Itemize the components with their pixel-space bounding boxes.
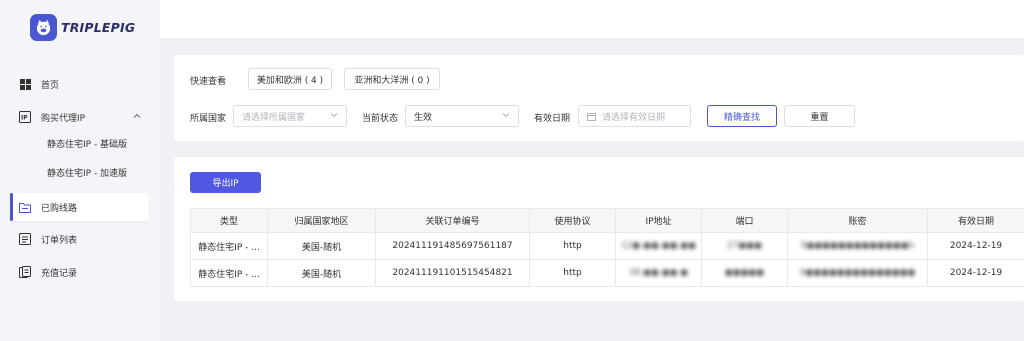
- folder-icon: [19, 201, 31, 213]
- blurred-port: ●●●●●: [724, 268, 765, 278]
- cell-protocol: http: [529, 232, 616, 260]
- table-header-row: 类型 归属国家地区 关联订单编号 使用协议 IP地址 端口 账密 有效日期: [190, 208, 1024, 233]
- cell-valid-date: 2024-12-19: [927, 232, 1024, 260]
- sidebar-subitem-static-accelerated[interactable]: 静态住宅IP - 加速版: [47, 165, 127, 183]
- chevron-down-icon: [330, 111, 338, 122]
- top-header-bar: [160, 0, 1024, 38]
- blurred-credentials: 9●●●●●●●●●●●●●b: [800, 241, 915, 251]
- chevron-up-icon: [133, 112, 141, 123]
- status-select[interactable]: 生效: [405, 105, 519, 127]
- valid-date-label: 有效日期: [534, 114, 571, 124]
- brand-logo[interactable]: TRIPLEPIG: [30, 14, 135, 41]
- sidebar-item-recharge-record[interactable]: 充值记录: [10, 258, 149, 286]
- cell-valid-date: 2024-12-19: [927, 259, 1024, 287]
- date-placeholder: 请选择有效日期: [602, 112, 666, 123]
- sidebar-item-label: 充值记录: [41, 268, 78, 279]
- blurred-credentials: 9●●●●●●●●●●●●●●: [799, 268, 916, 278]
- precise-search-button[interactable]: 精确查找: [707, 105, 777, 127]
- quick-view-label: 快速查看: [190, 77, 227, 87]
- cell-type: 静态住宅IP - ...: [190, 259, 268, 287]
- filter-panel: 快速查看 美加和欧洲 ( 4 ) 亚洲和大洋洲 ( 0 ) 所属国家 请选择所属…: [174, 55, 1024, 141]
- column-header-credentials[interactable]: 账密: [787, 208, 928, 233]
- cell-port[interactable]: 27●●●: [701, 232, 788, 260]
- cell-port[interactable]: ●●●●●: [701, 259, 788, 287]
- sidebar-item-label: 已购线路: [41, 203, 78, 214]
- status-value: 生效: [414, 112, 433, 123]
- status-label: 当前状态: [362, 114, 399, 124]
- cell-protocol: http: [529, 259, 616, 287]
- sidebar-item-order-list[interactable]: 订单列表: [10, 225, 149, 253]
- cell-ip-address[interactable]: 38.●●.●●.●: [615, 259, 702, 287]
- ip-icon: IP: [19, 111, 31, 123]
- quick-filter-asia-oceania[interactable]: 亚洲和大洋洲 ( 0 ): [344, 68, 440, 90]
- country-label: 所属国家: [190, 114, 227, 124]
- chevron-down-icon: [502, 111, 510, 122]
- cell-type: 静态住宅IP - ...: [190, 232, 268, 260]
- dashboard-icon: [19, 78, 31, 90]
- blurred-ip: 38.●●.●●.●: [628, 268, 689, 278]
- recharge-icon: [19, 266, 31, 278]
- calendar-icon: [587, 112, 596, 121]
- purchased-lines-table: 类型 归属国家地区 关联订单编号 使用协议 IP地址 端口 账密 有效日期 静态…: [190, 208, 1024, 287]
- cell-credentials[interactable]: 9●●●●●●●●●●●●●●: [787, 259, 928, 287]
- cell-region: 美国-随机: [267, 259, 376, 287]
- cell-order-number[interactable]: 20241119148569756​1187: [375, 232, 530, 260]
- column-header-type[interactable]: 类型: [190, 208, 268, 233]
- pig-logo-icon: [30, 14, 57, 41]
- sidebar-item-label: 订单列表: [41, 235, 78, 246]
- column-header-order-number[interactable]: 关联订单编号: [375, 208, 530, 233]
- purchased-lines-panel: 导出IP 类型 归属国家地区 关联订单编号 使用协议 IP地址 端口 账密 有效…: [174, 157, 1024, 301]
- sidebar-subitem-static-basic[interactable]: 静态住宅IP - 基础版: [47, 136, 127, 154]
- order-list-icon: [19, 233, 31, 245]
- reset-button[interactable]: 重置: [784, 105, 855, 127]
- sidebar-item-buy-proxy-ip[interactable]: IP 购买代理IP: [10, 103, 149, 131]
- valid-date-picker[interactable]: 请选择有效日期: [578, 105, 691, 127]
- country-select[interactable]: 请选择所属国家: [233, 105, 347, 127]
- brand-name: TRIPLEPIG: [61, 20, 136, 35]
- sidebar-item-label: 首页: [41, 80, 60, 91]
- country-placeholder: 请选择所属国家: [242, 112, 306, 123]
- cell-ip-address[interactable]: 12●.●●.●●.●●: [615, 232, 702, 260]
- sidebar-item-purchased-lines[interactable]: 已购线路: [10, 193, 149, 221]
- column-header-valid-date[interactable]: 有效日期: [927, 208, 1024, 233]
- quick-filter-americas-europe[interactable]: 美加和欧洲 ( 4 ): [248, 68, 332, 90]
- column-header-region[interactable]: 归属国家地区: [267, 208, 376, 233]
- cell-credentials[interactable]: 9●●●●●●●●●●●●●b: [787, 232, 928, 260]
- blurred-ip: 12●.●●.●●.●●: [620, 241, 696, 251]
- table-row[interactable]: 静态住宅IP - ... 美国-随机 20241119110151545​482…: [190, 259, 1024, 287]
- blurred-port: 27●●●: [726, 241, 762, 251]
- column-header-ip-address[interactable]: IP地址: [615, 208, 702, 233]
- cell-region: 美国-随机: [267, 232, 376, 260]
- sidebar-item-label: 购买代理IP: [41, 113, 86, 124]
- svg-text:IP: IP: [21, 115, 28, 122]
- column-header-protocol[interactable]: 使用协议: [529, 208, 616, 233]
- sidebar-item-home[interactable]: 首页: [10, 70, 149, 98]
- table-row[interactable]: 静态住宅IP - ... 美国-随机 20241119148569756​118…: [190, 232, 1024, 260]
- sidebar: TRIPLEPIG 首页 IP 购买代理IP 静态住宅IP - 基础版 静态住宅…: [0, 0, 160, 341]
- cell-order-number[interactable]: 20241119110151545​4821: [375, 259, 530, 287]
- column-header-port[interactable]: 端口: [701, 208, 788, 233]
- export-ip-button[interactable]: 导出IP: [190, 172, 261, 193]
